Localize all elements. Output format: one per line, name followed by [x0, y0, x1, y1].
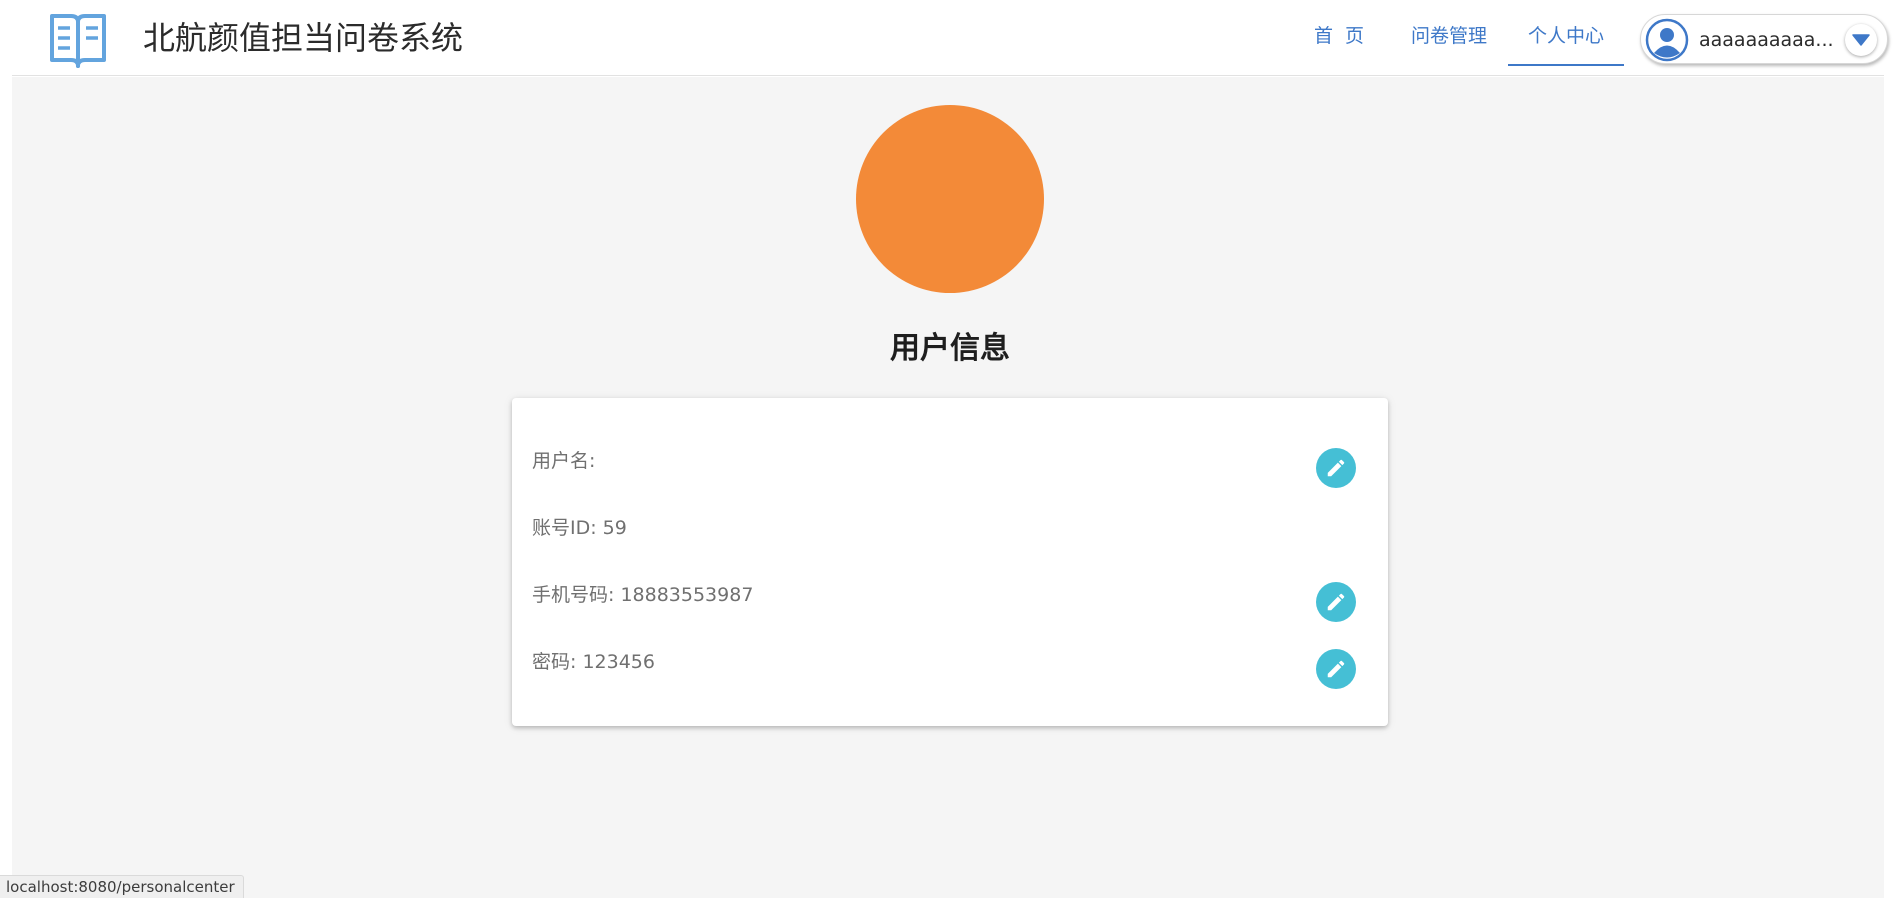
- edit-password-button[interactable]: [1316, 649, 1356, 689]
- user-menu[interactable]: aaaaaaaaaa...: [1640, 14, 1888, 64]
- nav-survey-management[interactable]: 问卷管理: [1394, 0, 1504, 66]
- nav-personal-center[interactable]: 个人中心: [1508, 0, 1624, 66]
- pencil-icon: [1327, 660, 1345, 678]
- edit-phone-button[interactable]: [1316, 582, 1356, 622]
- status-bar-url: localhost:8080/personalcenter: [0, 875, 244, 898]
- main-content: 用户信息 用户名: 账号ID: 59 手机号码: 18883553987 密码:…: [12, 77, 1884, 898]
- user-name: aaaaaaaaaa...: [1699, 29, 1834, 51]
- username-field: 用户名:: [532, 450, 596, 472]
- app-title: 北航颜值担当问卷系统: [143, 19, 464, 57]
- phone-field: 手机号码: 18883553987: [532, 584, 754, 606]
- top-header: 北航颜值担当问卷系统 首 页 问卷管理 个人中心 aaaaaaaaaa...: [12, 0, 1888, 76]
- profile-avatar: [856, 105, 1044, 293]
- password-field: 密码: 123456: [532, 651, 655, 673]
- book-icon[interactable]: [48, 10, 108, 70]
- pencil-icon: [1327, 593, 1345, 611]
- caret-down-icon[interactable]: [1845, 24, 1877, 56]
- nav-home[interactable]: 首 页: [1294, 0, 1384, 66]
- user-info-card: 用户名: 账号ID: 59 手机号码: 18883553987 密码: 1234…: [512, 398, 1388, 726]
- account-id-field: 账号ID: 59: [532, 517, 627, 539]
- user-avatar-icon: [1645, 18, 1689, 62]
- page: 北航颜值担当问卷系统 首 页 问卷管理 个人中心 aaaaaaaaaa... 用…: [0, 0, 1896, 898]
- section-title: 用户信息: [890, 331, 1010, 366]
- edit-username-button[interactable]: [1316, 448, 1356, 488]
- pencil-icon: [1327, 459, 1345, 477]
